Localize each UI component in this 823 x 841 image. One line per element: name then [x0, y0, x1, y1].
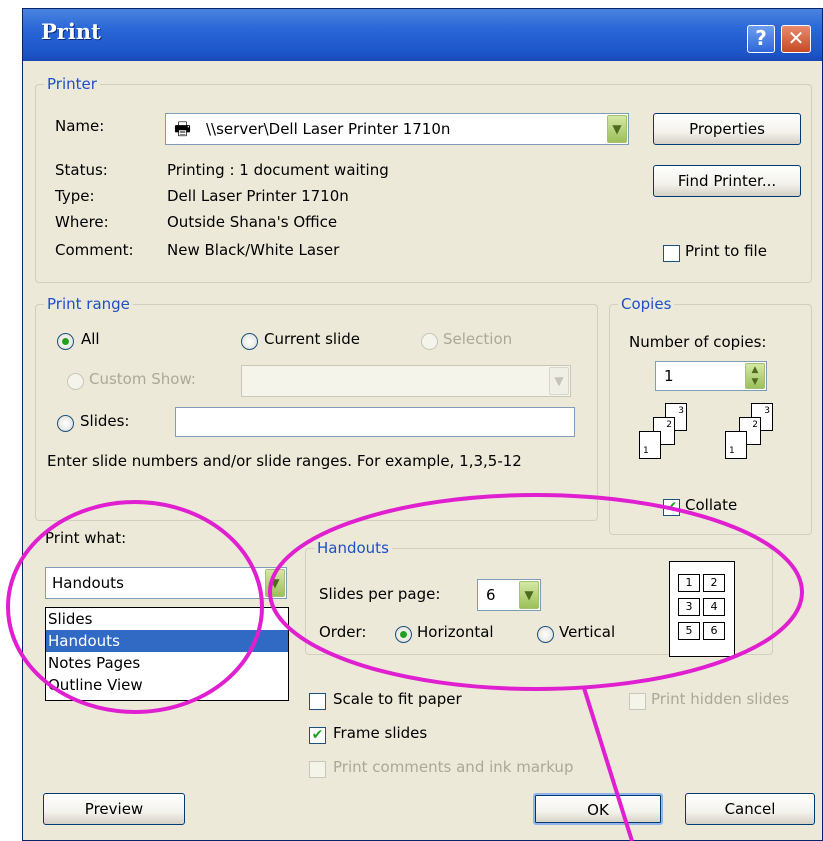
frame-slides-label: Frame slides [333, 724, 428, 742]
title-bar[interactable]: Print ? ✕ [23, 9, 822, 61]
preview-button[interactable]: Preview [43, 793, 185, 825]
scale-to-fit-label: Scale to fit paper [333, 690, 462, 708]
preview-cell: 4 [703, 598, 725, 616]
comment-label: Comment: [55, 241, 134, 259]
list-item[interactable]: Handouts [46, 630, 288, 652]
vertical-radio[interactable] [537, 626, 554, 643]
print-what-label: Print what: [45, 529, 127, 547]
slides-radio[interactable] [57, 415, 74, 432]
current-slide-label: Current slide [264, 330, 361, 348]
frame-slides-checkbox[interactable]: ✔ [309, 727, 326, 744]
help-icon[interactable]: ? [747, 25, 775, 53]
slides-per-page-select[interactable]: 6 ▼ [477, 579, 541, 611]
dialog-title: Print [41, 19, 101, 44]
collate-checkbox[interactable]: ✔ [663, 499, 680, 516]
print-to-file-label: Print to file [685, 242, 767, 260]
all-label: All [81, 330, 100, 348]
chevron-down-icon[interactable]: ▼ [549, 367, 569, 395]
name-label: Name: [55, 117, 105, 135]
slides-per-page-label: Slides per page: [319, 585, 441, 603]
status-value: Printing : 1 document waiting [167, 161, 389, 179]
handouts-legend: Handouts [317, 539, 389, 557]
chevron-down-icon[interactable]: ▼ [519, 581, 539, 609]
cancel-button[interactable]: Cancel [685, 793, 815, 825]
print-what-dropdown: Slides Handouts Notes Pages Outline View [45, 607, 289, 701]
where-value: Outside Shana's Office [167, 213, 338, 231]
spin-icon[interactable]: ▲ ▼ [745, 363, 765, 389]
current-slide-radio[interactable] [241, 333, 258, 350]
collated-pages-icon: 3 2 1 [635, 397, 715, 467]
print-comments-checkbox[interactable] [309, 761, 326, 778]
print-dialog: Print ? ✕ Printer Name: 🖶 \\server\Dell … [22, 8, 823, 841]
preview-cell: 3 [678, 598, 700, 616]
order-label: Order: [319, 623, 367, 641]
chevron-down-icon[interactable]: ▼ [607, 115, 627, 143]
vertical-label: Vertical [559, 623, 616, 641]
selection-radio[interactable] [421, 333, 438, 350]
slides-label: Slides: [80, 412, 130, 430]
copies-legend: Copies [621, 295, 672, 313]
properties-button[interactable]: Properties [653, 113, 801, 145]
print-range-legend: Print range [47, 295, 130, 313]
print-what-select[interactable]: Handouts ▼ [45, 567, 287, 599]
ok-button[interactable]: OK [533, 793, 663, 825]
collated-pages-icon: 3 2 1 [721, 397, 801, 467]
number-of-copies-label: Number of copies: [629, 333, 767, 351]
chevron-down-icon[interactable]: ▼ [265, 569, 285, 597]
list-item[interactable]: Outline View [46, 674, 288, 696]
handout-layout-preview: 1 2 3 4 5 6 [669, 561, 735, 657]
print-hidden-checkbox[interactable] [629, 693, 646, 710]
printer-icon: 🖶 [174, 119, 191, 140]
printer-legend: Printer [47, 75, 97, 93]
where-label: Where: [55, 213, 109, 231]
list-item[interactable]: Notes Pages [46, 652, 288, 674]
print-what-value: Handouts [52, 574, 124, 592]
print-hidden-label: Print hidden slides [651, 690, 790, 708]
printer-name-value: \\server\Dell Laser Printer 1710n [206, 120, 451, 138]
copies-value: 1 [664, 367, 674, 385]
print-range-hint: Enter slide numbers and/or slide ranges.… [47, 452, 522, 470]
preview-cell: 6 [703, 622, 725, 640]
preview-cell: 1 [678, 574, 700, 592]
preview-cell: 5 [678, 622, 700, 640]
list-item[interactable]: Slides [46, 608, 288, 630]
status-label: Status: [55, 161, 108, 179]
custom-show-radio[interactable] [67, 373, 84, 390]
slides-input[interactable] [175, 407, 575, 437]
scale-to-fit-checkbox[interactable] [309, 693, 326, 710]
custom-show-label: Custom Show: [89, 370, 196, 388]
find-printer-button[interactable]: Find Printer... [653, 165, 801, 197]
print-comments-label: Print comments and ink markup [333, 758, 574, 776]
horizontal-radio[interactable] [395, 626, 412, 643]
comment-value: New Black/White Laser [167, 241, 340, 259]
custom-show-select[interactable]: ▼ [241, 365, 571, 397]
type-label: Type: [55, 187, 95, 205]
print-to-file-checkbox[interactable] [663, 245, 680, 262]
collate-label: Collate [685, 496, 738, 514]
close-icon[interactable]: ✕ [781, 25, 811, 53]
all-radio[interactable] [57, 333, 74, 350]
slides-per-page-value: 6 [486, 586, 496, 604]
horizontal-label: Horizontal [417, 623, 494, 641]
copies-stepper[interactable]: 1 ▲ ▼ [655, 361, 767, 391]
selection-label: Selection [443, 330, 513, 348]
preview-cell: 2 [703, 574, 725, 592]
printer-name-select[interactable]: 🖶 \\server\Dell Laser Printer 1710n ▼ [165, 113, 629, 145]
type-value: Dell Laser Printer 1710n [167, 187, 349, 205]
